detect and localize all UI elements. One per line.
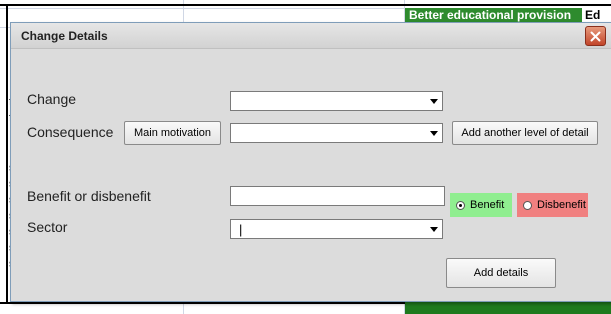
sector-value: | <box>239 222 243 237</box>
benefit-option-label: Benefit <box>470 199 505 211</box>
dropdown-arrow-icon[interactable] <box>426 92 442 110</box>
add-details-button[interactable]: Add details <box>446 258 556 288</box>
radio-selected-icon[interactable] <box>456 200 465 210</box>
sector-dropdown[interactable]: | <box>230 219 443 239</box>
change-details-dialog: Change Details Change Consequence Main m… <box>10 22 611 302</box>
benefit-input[interactable] <box>230 186 445 206</box>
sector-label: Sector <box>27 219 68 235</box>
dropdown-arrow-icon[interactable] <box>426 124 442 142</box>
change-label: Change <box>27 91 77 107</box>
add-level-button[interactable]: Add another level of detail <box>452 121 598 145</box>
disbenefit-option-label: Disbenefit <box>537 199 586 211</box>
benefit-label: Benefit or disbenefit <box>27 188 151 204</box>
green-cell-bottom[interactable] <box>405 300 611 314</box>
dialog-titlebar[interactable]: Change Details <box>11 23 611 49</box>
green-cell-text: Better educational provision <box>409 8 572 22</box>
change-dropdown[interactable] <box>230 91 443 111</box>
adjacent-cell-text: Ed <box>585 8 601 22</box>
dialog-title: Change Details <box>21 29 108 43</box>
disbenefit-option[interactable]: Disbenefit <box>517 193 588 217</box>
dropdown-arrow-icon[interactable] <box>426 220 442 238</box>
consequence-label: Consequence <box>27 124 114 140</box>
close-button[interactable] <box>585 26 606 46</box>
close-x-icon <box>590 31 601 41</box>
radio-unselected-icon[interactable] <box>523 200 532 210</box>
benefit-option[interactable]: Benefit <box>450 193 512 217</box>
consequence-dropdown[interactable] <box>230 123 443 143</box>
main-motivation-button[interactable]: Main motivation <box>124 121 221 145</box>
